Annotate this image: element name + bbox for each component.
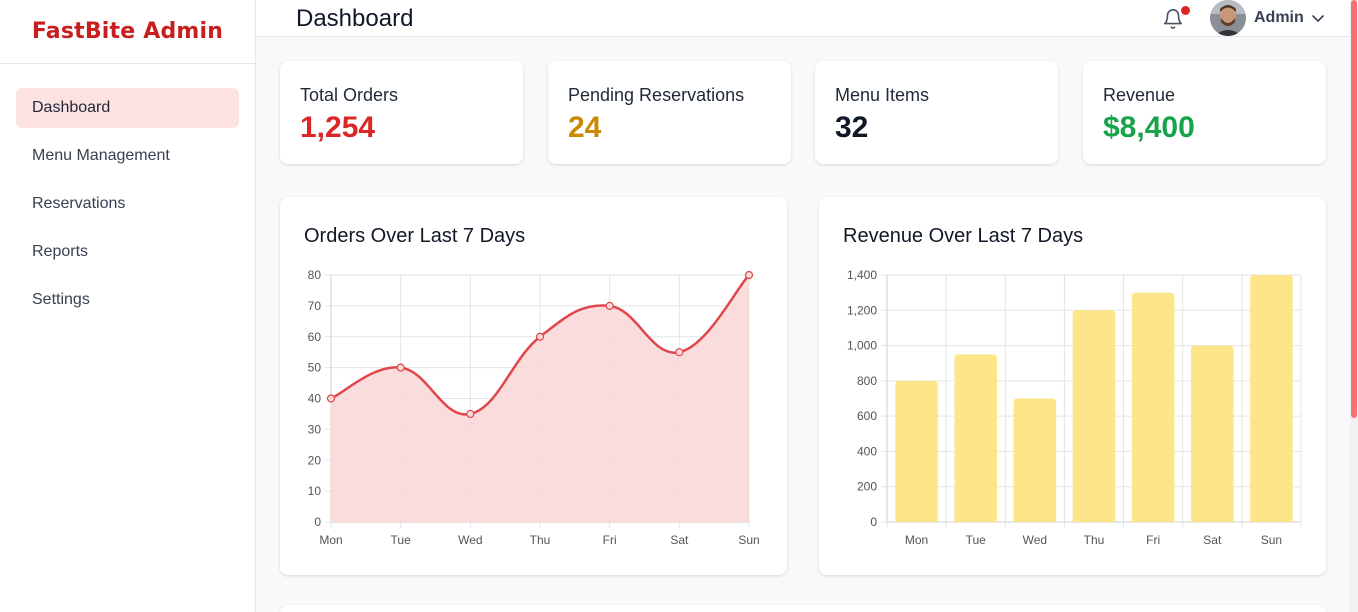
y-tick-label: 70	[308, 299, 322, 313]
sidebar: FastBite Admin Dashboard Menu Management…	[0, 0, 256, 612]
data-point[interactable]	[466, 409, 475, 419]
y-tick-label: 60	[308, 330, 322, 344]
user-name[interactable]: Admin	[1254, 9, 1304, 27]
stat-label: Pending Reservations	[568, 85, 745, 105]
data-point[interactable]	[675, 348, 684, 357]
stat-card-menu-items: Menu Items 32	[815, 61, 1058, 164]
x-tick-label: Fri	[1146, 533, 1160, 547]
chevron-down-icon[interactable]	[1311, 11, 1325, 25]
revenue-bar[interactable]	[1131, 292, 1175, 522]
y-tick-label: 1,200	[847, 303, 877, 317]
revenue-bar[interactable]	[895, 380, 938, 522]
stat-label: Revenue	[1103, 85, 1176, 105]
orders-line-chart: 0 10 20 30 40 50 60 70 80 Mon Tue Wed Thu Fri Sat Sun	[308, 268, 760, 547]
y-tick-label: 30	[308, 422, 322, 436]
stat-label: Total Orders	[300, 85, 399, 105]
stat-card-revenue: Revenue $8,400	[1083, 61, 1326, 164]
y-tick-label: 80	[308, 268, 322, 282]
x-tick-label: Wed	[458, 533, 482, 547]
x-tick-label: Mon	[319, 533, 342, 547]
y-tick-label: 20	[308, 453, 322, 467]
y-tick-label: 200	[857, 480, 877, 494]
x-tick-label: Fri	[603, 533, 617, 547]
avatar[interactable]	[1210, 0, 1246, 36]
x-tick-label: Mon	[905, 533, 928, 547]
y-tick-label: 400	[857, 444, 877, 458]
revenue-bar[interactable]	[1013, 398, 1057, 523]
data-point[interactable]	[605, 301, 614, 310]
y-tick-label: 800	[857, 374, 877, 388]
revenue-chart-card: Revenue Over Last 7 Days 0 200 400 600 800 1,…	[819, 197, 1326, 575]
x-tick-label: Sat	[670, 533, 689, 547]
notification-badge	[1181, 6, 1190, 15]
y-tick-label: 0	[314, 515, 321, 529]
sidebar-item-settings[interactable]: Settings	[16, 280, 239, 320]
y-tick-label: 1,400	[847, 268, 877, 282]
brand-logo[interactable]: FastBite Admin	[0, 0, 255, 64]
stat-label: Menu Items	[835, 85, 930, 105]
x-tick-label: Sun	[738, 533, 759, 547]
stat-value: 24	[568, 111, 602, 144]
revenue-bar-chart: 0 200 400 600 800 1,000 1,200 1,400 Mon Tue Wed Thu…	[847, 268, 1302, 547]
x-tick-label: Thu	[530, 533, 551, 547]
x-tick-label: Sat	[1203, 533, 1222, 547]
orders-chart-card: Orders Over Last 7 Days 0 10 20 30 40 50 60 70 8…	[280, 197, 787, 575]
stat-value: $8,400	[1103, 111, 1195, 144]
data-point[interactable]	[535, 332, 545, 341]
y-tick-label: 50	[308, 361, 322, 375]
data-point[interactable]	[326, 394, 336, 403]
sidebar-item-menu-management[interactable]: Menu Management	[16, 136, 239, 176]
y-tick-label: 10	[308, 484, 322, 498]
data-point[interactable]	[396, 363, 405, 372]
y-tick-label: 40	[308, 392, 322, 406]
top-bar: Dashboard Admin	[256, 0, 1350, 37]
stat-value: 32	[835, 111, 869, 144]
sidebar-item-reservations[interactable]: Reservations	[16, 184, 239, 224]
sidebar-item-dashboard[interactable]: Dashboard	[16, 88, 239, 128]
sidebar-nav: Dashboard Menu Management Reservations R…	[0, 64, 255, 320]
page-title: Dashboard	[296, 5, 414, 32]
revenue-bar[interactable]	[1072, 310, 1116, 522]
y-tick-label: 1,000	[847, 339, 877, 353]
revenue-bar[interactable]	[1190, 345, 1234, 522]
y-tick-label: 0	[870, 515, 877, 529]
scrollbar-thumb[interactable]	[1351, 0, 1357, 418]
x-tick-label: Sun	[1261, 533, 1282, 547]
x-tick-label: Wed	[1023, 533, 1047, 547]
sidebar-item-reports[interactable]: Reports	[16, 232, 239, 272]
y-tick-label: 600	[857, 409, 877, 423]
stat-card-total-orders: Total Orders 1,254	[280, 61, 523, 164]
x-tick-label: Thu	[1084, 533, 1105, 547]
data-point[interactable]	[744, 270, 754, 280]
x-tick-label: Tue	[391, 533, 412, 547]
stat-card-pending-reservations: Pending Reservations 24	[548, 61, 791, 164]
brand-name: FastBite Admin	[31, 19, 224, 44]
stat-value: 1,254	[300, 111, 376, 144]
revenue-bar[interactable]	[954, 354, 998, 522]
revenue-bar[interactable]	[1250, 275, 1293, 522]
x-tick-label: Tue	[966, 533, 987, 547]
bottom-card	[280, 605, 1326, 612]
